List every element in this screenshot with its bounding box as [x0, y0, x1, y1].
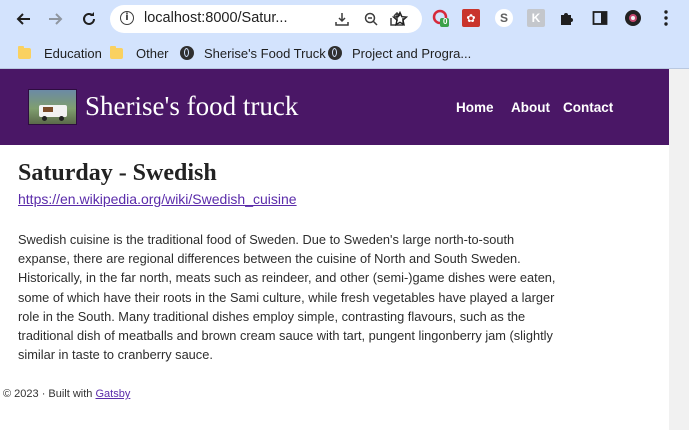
bookmark-project-and-programming[interactable]: Project and Progra... — [328, 42, 471, 64]
nav-about-link[interactable]: About — [511, 100, 550, 115]
footer-text: © 2023 · Built with — [3, 388, 93, 400]
nav-home-link[interactable]: Home — [456, 100, 494, 115]
paragraph-line: similar in taste to cranberry sauce. — [18, 347, 213, 363]
back-arrow-icon[interactable] — [10, 6, 36, 32]
page-scrollbar[interactable] — [669, 69, 689, 430]
profile-avatar[interactable] — [624, 9, 642, 27]
extension-game-icon[interactable]: ✿ — [462, 9, 480, 27]
article-paragraph: Swedish cuisine is the traditional food … — [18, 230, 563, 364]
food-truck-logo[interactable] — [28, 89, 77, 125]
zoom-icon[interactable] — [361, 9, 381, 29]
install-app-icon[interactable] — [332, 9, 352, 29]
bookmark-label: Education — [44, 45, 102, 61]
bookmark-label: Other — [136, 45, 169, 61]
wikipedia-link[interactable]: https://en.wikipedia.org/wiki/Swedish_cu… — [18, 191, 297, 207]
site-title[interactable]: Sherise's food truck — [85, 91, 298, 122]
bookmark-label: Sherise's Food Truck — [204, 45, 326, 61]
site-info-icon[interactable]: i — [120, 11, 134, 25]
site-footer: © 2023 · Built with Gatsby — [3, 388, 130, 400]
paragraph-line: Historically, in the far north, meats su… — [18, 270, 556, 286]
bookmark-sherises-food-truck[interactable]: Sherise's Food Truck — [180, 42, 326, 64]
extension-badge: 0 — [443, 17, 448, 26]
extension-s-icon[interactable]: S — [495, 9, 513, 27]
reload-icon[interactable] — [76, 6, 102, 32]
bookmark-star-icon[interactable] — [387, 6, 413, 32]
address-url[interactable]: localhost:8000/Satur... — [144, 10, 288, 26]
folder-icon — [110, 45, 123, 59]
paragraph-line: Swedish cuisine is the traditional food … — [18, 232, 515, 247]
extension-pdf-icon[interactable]: 0 — [432, 9, 450, 27]
globe-icon — [328, 46, 342, 60]
paragraph-line: expanse, there are regional differences … — [18, 251, 521, 267]
globe-icon — [180, 46, 194, 60]
address-bar[interactable]: i localhost:8000/Satur... — [110, 5, 422, 33]
paragraph-line: role in the South. Many traditional dish… — [18, 308, 526, 324]
nav-contact-link[interactable]: Contact — [563, 100, 613, 115]
gatsby-link[interactable]: Gatsby — [96, 388, 131, 400]
bookmark-education[interactable]: Education — [18, 42, 102, 64]
side-panel-icon[interactable] — [591, 9, 609, 27]
paragraph-line: some of which have their roots in the Sa… — [18, 289, 555, 305]
bookmark-label: Project and Progra... — [352, 45, 472, 61]
extension-k-icon[interactable]: K — [527, 9, 545, 27]
bookmarks-bar: Education Other Sherise's Food Truck Pro… — [0, 38, 689, 69]
browser-toolbar: i localhost:8000/Satur... 0 ✿ S K — [0, 0, 689, 38]
browser-menu-icon[interactable] — [657, 9, 675, 27]
extensions-puzzle-icon[interactable] — [558, 9, 576, 27]
forward-arrow-icon[interactable] — [43, 6, 69, 32]
paragraph-line: traditional dish of meatballs and brown … — [18, 328, 553, 344]
folder-icon — [18, 45, 31, 59]
bookmark-other[interactable]: Other — [110, 42, 169, 64]
page-title: Saturday - Swedish — [18, 160, 217, 186]
page-viewport: Sherise's food truck Home About Contact … — [0, 69, 669, 430]
site-header: Sherise's food truck Home About Contact — [0, 69, 669, 145]
